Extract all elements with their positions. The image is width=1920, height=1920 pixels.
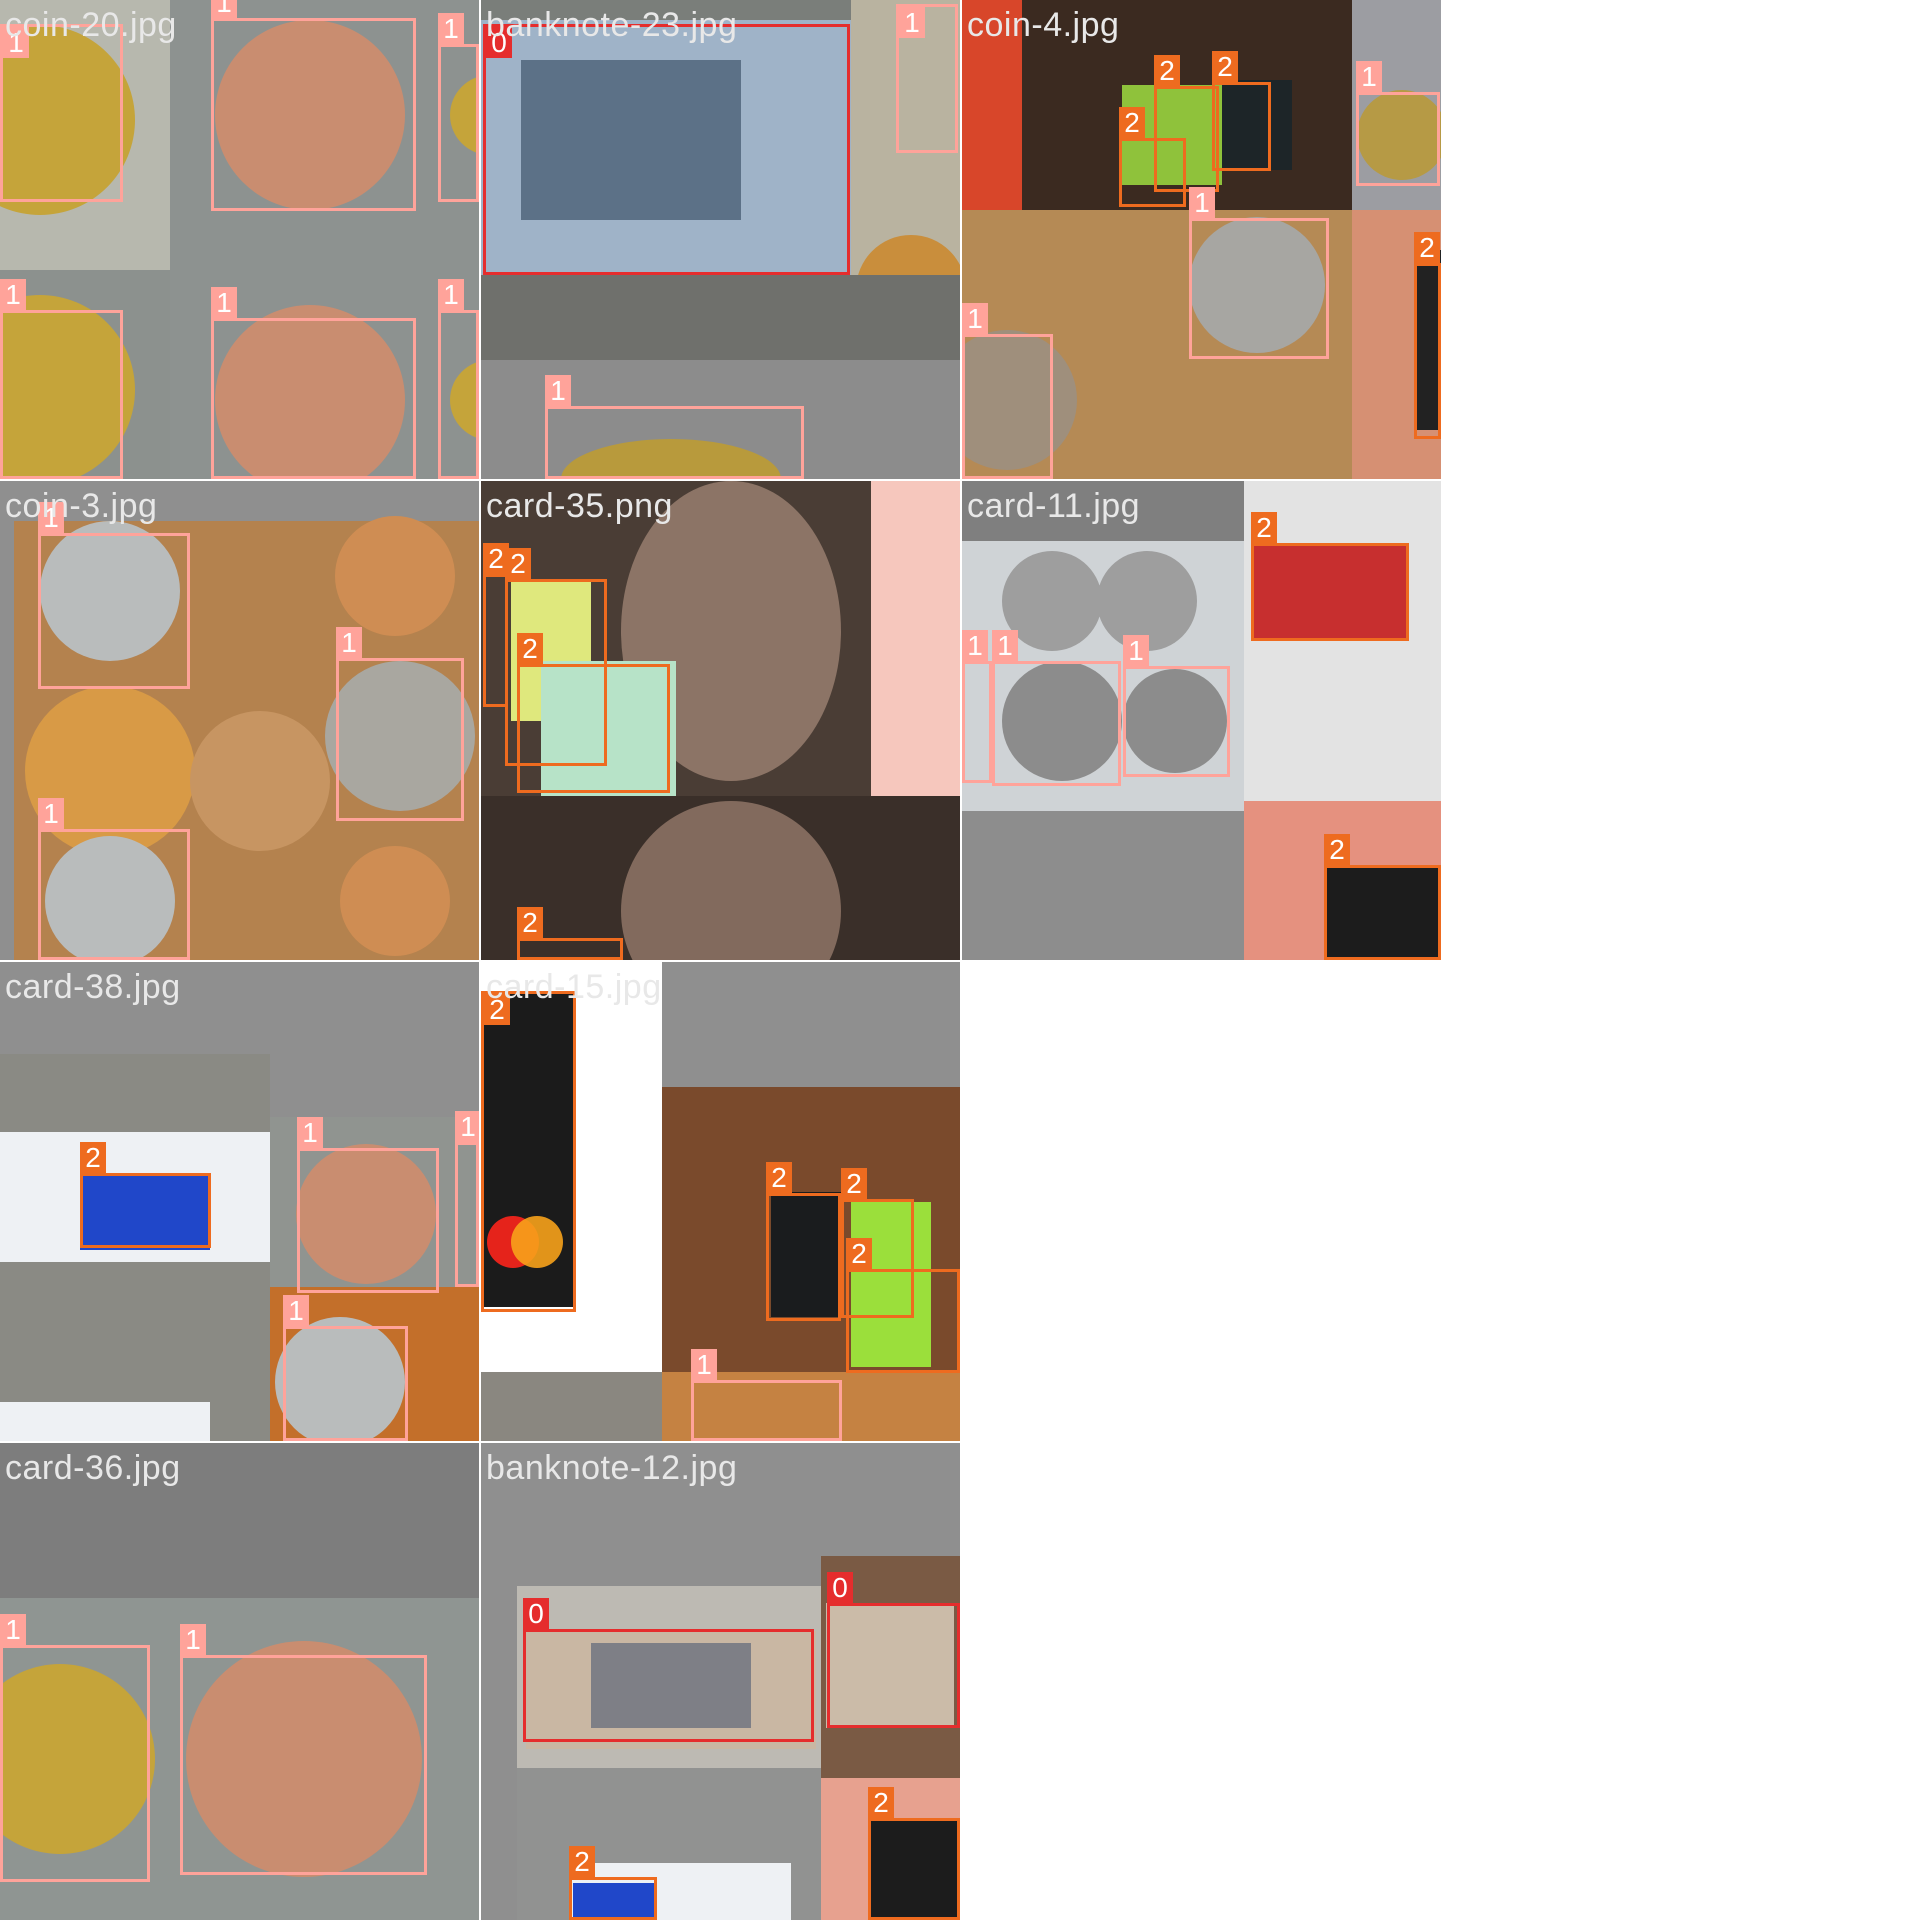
class-label: 2 [1154, 55, 1180, 86]
class-label: 1 [962, 303, 988, 334]
coin-bbox: 1 [545, 375, 804, 479]
coin-bbox: 1 [438, 279, 479, 479]
tile-title: card-11.jpg [967, 487, 1141, 525]
tile-title: card-35.png [486, 487, 673, 525]
class-label: 1 [992, 630, 1018, 661]
card-bbox: 2 [766, 1162, 841, 1321]
mosaic-tile-banknote-23: banknote-23.jpg 0 1 1 [481, 0, 960, 479]
banknote-bbox: 0 [523, 1598, 814, 1742]
card-bbox: 2 [1212, 51, 1271, 171]
coin-bbox: 1 [0, 279, 123, 479]
class-label: 2 [1414, 232, 1440, 263]
class-label: 1 [180, 1624, 206, 1655]
class-label: 2 [517, 633, 543, 664]
coin-bbox: 1 [0, 1614, 150, 1882]
coin-bbox: 1 [38, 798, 190, 960]
coin-bbox: 1 [211, 0, 416, 211]
class-label: 2 [846, 1238, 872, 1269]
class-label: 2 [1212, 51, 1238, 82]
card-bbox: 2 [569, 1846, 657, 1920]
card-bbox: 2 [1251, 512, 1409, 641]
coin-bbox: 1 [283, 1295, 408, 1441]
class-label: 1 [283, 1295, 309, 1326]
class-label: 2 [1119, 107, 1145, 138]
coin-bbox: 1 [0, 24, 123, 202]
class-label: 2 [505, 548, 531, 579]
class-label: 1 [1123, 635, 1149, 666]
coin-bbox: 1 [962, 630, 992, 783]
class-label: 1 [211, 287, 237, 318]
coin-bbox: 1 [336, 627, 464, 821]
coin-bbox: 1 [297, 1117, 439, 1293]
mosaic-tile-coin-3: coin-3.jpg 1 1 1 [0, 481, 479, 960]
class-label: 1 [211, 0, 237, 18]
card-bbox: 2 [517, 907, 623, 960]
coin-bbox: 1 [38, 502, 190, 689]
class-label: 1 [545, 375, 571, 406]
coin-bbox: 1 [1123, 635, 1230, 777]
class-label: 2 [766, 1162, 792, 1193]
class-label: 1 [962, 630, 988, 661]
coin-bbox: 1 [896, 4, 958, 153]
tile-title: card-15.jpg [486, 968, 662, 1006]
tile-title: coin-3.jpg [5, 487, 158, 525]
class-label: 2 [868, 1787, 894, 1818]
class-label: 2 [1251, 512, 1277, 543]
class-label: 2 [569, 1846, 595, 1877]
coin-bbox: 1 [962, 303, 1053, 479]
class-label: 2 [1324, 834, 1350, 865]
banknote-bbox: 0 [483, 24, 850, 275]
mosaic-tile-card-35: card-35.png 2 2 2 2 [481, 481, 960, 960]
mosaic-tile-coin-4: coin-4.jpg 2 2 2 1 1 1 2 [962, 0, 1441, 479]
card-bbox: 2 [80, 1142, 211, 1248]
mosaic-tile-coin-20: coin-20.jpg 1 1 1 1 1 1 [0, 0, 479, 479]
class-label: 1 [1189, 187, 1215, 218]
class-label: 2 [80, 1142, 106, 1173]
class-label: 1 [438, 13, 464, 44]
class-label: 2 [841, 1168, 867, 1199]
card-bbox: 2 [481, 991, 576, 1312]
class-label: 1 [38, 798, 64, 829]
class-label: 1 [0, 279, 26, 310]
tile-title: banknote-23.jpg [486, 6, 738, 44]
class-label: 1 [0, 1614, 26, 1645]
mosaic-tile-card-11: card-11.jpg 2 1 1 1 2 [962, 481, 1441, 960]
tile-title: banknote-12.jpg [486, 1449, 738, 1487]
card-bbox: 2 [1414, 232, 1441, 439]
coin-bbox: 1 [992, 630, 1121, 786]
class-label: 1 [691, 1349, 717, 1380]
class-label: 2 [517, 907, 543, 938]
tile-title: coin-4.jpg [967, 6, 1120, 44]
class-label: 0 [827, 1572, 853, 1603]
card-bbox: 2 [868, 1787, 960, 1920]
banknote-bbox: 0 [827, 1572, 960, 1728]
tile-title: card-36.jpg [5, 1449, 181, 1487]
mosaic-tile-card-38: card-38.jpg 2 1 1 1 [0, 962, 479, 1441]
card-bbox: 2 [1324, 834, 1441, 960]
tile-title: card-38.jpg [5, 968, 181, 1006]
coin-bbox: 1 [1189, 187, 1329, 359]
class-label: 1 [336, 627, 362, 658]
mosaic-tile-banknote-12: banknote-12.jpg 0 0 2 2 [481, 1443, 960, 1920]
mosaic-tile-card-15: card-15.jpg 2 2 2 2 1 [481, 962, 960, 1441]
mosaic-tile-card-36: card-36.jpg 1 1 [0, 1443, 479, 1920]
class-label: 0 [523, 1598, 549, 1629]
class-label: 1 [297, 1117, 323, 1148]
coin-bbox: 1 [180, 1624, 427, 1875]
coin-bbox: 1 [1356, 61, 1440, 186]
card-bbox: 2 [1154, 55, 1219, 192]
class-label: 1 [1356, 61, 1382, 92]
tile-title: coin-20.jpg [5, 6, 177, 44]
coin-bbox: 1 [211, 287, 416, 479]
card-bbox: 2 [517, 633, 670, 793]
class-label: 1 [438, 279, 464, 310]
coin-bbox: 1 [455, 1111, 479, 1287]
class-label: 1 [455, 1111, 479, 1142]
coin-bbox: 1 [691, 1349, 842, 1441]
coin-bbox: 1 [438, 13, 479, 202]
card-bbox: 2 [846, 1238, 960, 1373]
class-label: 1 [899, 7, 925, 38]
